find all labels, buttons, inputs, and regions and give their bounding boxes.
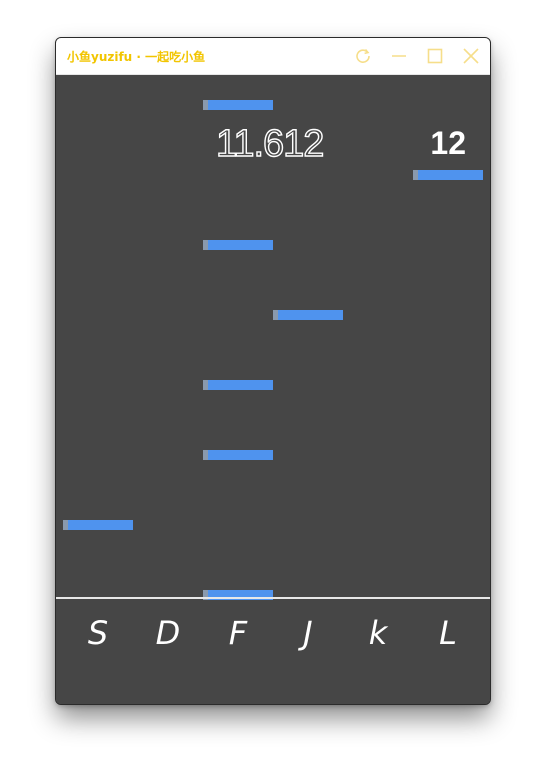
- hit-line: [56, 597, 490, 599]
- game-area[interactable]: 11.612 12 S D F Jk L: [56, 75, 490, 704]
- window-title: 小鱼yuzifu · 一起吃小鱼: [67, 50, 206, 64]
- minimize-icon[interactable]: [389, 46, 409, 66]
- timer: 11.612: [215, 122, 325, 165]
- note-tile: [203, 450, 273, 460]
- note-tile: [203, 240, 273, 250]
- note-tile: [273, 310, 343, 320]
- key-label-j: J: [303, 614, 313, 652]
- close-icon[interactable]: [461, 46, 481, 66]
- key-label-s: S: [87, 614, 109, 652]
- app-window: 小鱼yuzifu · 一起吃小鱼 11.612 12 S D F Jk L: [55, 37, 491, 705]
- note-tile: [203, 100, 273, 110]
- key-label-f: F: [228, 614, 248, 652]
- note-tile: [413, 170, 483, 180]
- key-label-d: D: [155, 614, 181, 652]
- note-tile: [63, 520, 133, 530]
- score: 12: [430, 125, 466, 161]
- key-label-l: L: [439, 614, 457, 652]
- key-label-k: k: [368, 614, 388, 652]
- maximize-icon[interactable]: [425, 46, 445, 66]
- note-tile: [203, 380, 273, 390]
- title-bar[interactable]: 小鱼yuzifu · 一起吃小鱼: [56, 38, 490, 75]
- refresh-icon[interactable]: [353, 46, 373, 66]
